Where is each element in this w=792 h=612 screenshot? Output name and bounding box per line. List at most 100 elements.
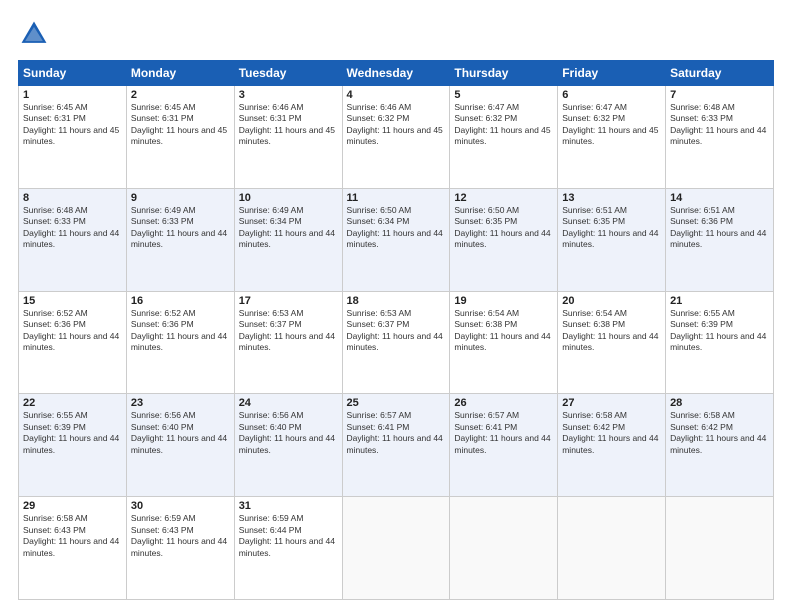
calendar-cell: 27 Sunrise: 6:58 AM Sunset: 6:42 PM Dayl…: [558, 394, 666, 497]
calendar-cell: 2 Sunrise: 6:45 AM Sunset: 6:31 PM Dayli…: [126, 86, 234, 189]
day-info: Sunrise: 6:58 AM Sunset: 6:43 PM Dayligh…: [23, 513, 122, 559]
day-number: 22: [23, 397, 122, 409]
calendar-cell: 17 Sunrise: 6:53 AM Sunset: 6:37 PM Dayl…: [234, 291, 342, 394]
calendar-cell: 8 Sunrise: 6:48 AM Sunset: 6:33 PM Dayli…: [19, 188, 127, 291]
calendar-cell: 25 Sunrise: 6:57 AM Sunset: 6:41 PM Dayl…: [342, 394, 450, 497]
day-info: Sunrise: 6:50 AM Sunset: 6:35 PM Dayligh…: [454, 205, 553, 251]
calendar-cell: [558, 497, 666, 600]
calendar-cell: 28 Sunrise: 6:58 AM Sunset: 6:42 PM Dayl…: [666, 394, 774, 497]
day-number: 30: [131, 500, 230, 512]
day-info: Sunrise: 6:51 AM Sunset: 6:36 PM Dayligh…: [670, 205, 769, 251]
day-info: Sunrise: 6:46 AM Sunset: 6:31 PM Dayligh…: [239, 102, 338, 148]
calendar-cell: 15 Sunrise: 6:52 AM Sunset: 6:36 PM Dayl…: [19, 291, 127, 394]
calendar-cell: 29 Sunrise: 6:58 AM Sunset: 6:43 PM Dayl…: [19, 497, 127, 600]
calendar-header-thursday: Thursday: [450, 61, 558, 86]
day-number: 24: [239, 397, 338, 409]
calendar-cell: [450, 497, 558, 600]
day-number: 14: [670, 192, 769, 204]
calendar-cell: 19 Sunrise: 6:54 AM Sunset: 6:38 PM Dayl…: [450, 291, 558, 394]
logo: [18, 18, 54, 50]
calendar-cell: 3 Sunrise: 6:46 AM Sunset: 6:31 PM Dayli…: [234, 86, 342, 189]
day-number: 1: [23, 89, 122, 101]
page: SundayMondayTuesdayWednesdayThursdayFrid…: [0, 0, 792, 612]
calendar-header-sunday: Sunday: [19, 61, 127, 86]
day-info: Sunrise: 6:45 AM Sunset: 6:31 PM Dayligh…: [131, 102, 230, 148]
calendar-cell: 18 Sunrise: 6:53 AM Sunset: 6:37 PM Dayl…: [342, 291, 450, 394]
day-info: Sunrise: 6:56 AM Sunset: 6:40 PM Dayligh…: [131, 410, 230, 456]
calendar-header-monday: Monday: [126, 61, 234, 86]
day-number: 15: [23, 295, 122, 307]
day-info: Sunrise: 6:52 AM Sunset: 6:36 PM Dayligh…: [131, 308, 230, 354]
calendar-cell: 5 Sunrise: 6:47 AM Sunset: 6:32 PM Dayli…: [450, 86, 558, 189]
day-info: Sunrise: 6:52 AM Sunset: 6:36 PM Dayligh…: [23, 308, 122, 354]
calendar-cell: 12 Sunrise: 6:50 AM Sunset: 6:35 PM Dayl…: [450, 188, 558, 291]
day-info: Sunrise: 6:48 AM Sunset: 6:33 PM Dayligh…: [23, 205, 122, 251]
day-info: Sunrise: 6:47 AM Sunset: 6:32 PM Dayligh…: [454, 102, 553, 148]
day-info: Sunrise: 6:54 AM Sunset: 6:38 PM Dayligh…: [562, 308, 661, 354]
day-number: 2: [131, 89, 230, 101]
day-number: 20: [562, 295, 661, 307]
day-info: Sunrise: 6:59 AM Sunset: 6:44 PM Dayligh…: [239, 513, 338, 559]
day-info: Sunrise: 6:54 AM Sunset: 6:38 PM Dayligh…: [454, 308, 553, 354]
day-info: Sunrise: 6:58 AM Sunset: 6:42 PM Dayligh…: [562, 410, 661, 456]
day-number: 26: [454, 397, 553, 409]
calendar-header-tuesday: Tuesday: [234, 61, 342, 86]
calendar-cell: 30 Sunrise: 6:59 AM Sunset: 6:43 PM Dayl…: [126, 497, 234, 600]
calendar-cell: 7 Sunrise: 6:48 AM Sunset: 6:33 PM Dayli…: [666, 86, 774, 189]
calendar-cell: 9 Sunrise: 6:49 AM Sunset: 6:33 PM Dayli…: [126, 188, 234, 291]
calendar-header-wednesday: Wednesday: [342, 61, 450, 86]
header: [18, 18, 774, 50]
day-number: 19: [454, 295, 553, 307]
day-number: 10: [239, 192, 338, 204]
day-number: 23: [131, 397, 230, 409]
day-info: Sunrise: 6:56 AM Sunset: 6:40 PM Dayligh…: [239, 410, 338, 456]
day-number: 5: [454, 89, 553, 101]
calendar-cell: 31 Sunrise: 6:59 AM Sunset: 6:44 PM Dayl…: [234, 497, 342, 600]
calendar-cell: 20 Sunrise: 6:54 AM Sunset: 6:38 PM Dayl…: [558, 291, 666, 394]
day-info: Sunrise: 6:48 AM Sunset: 6:33 PM Dayligh…: [670, 102, 769, 148]
calendar-table: SundayMondayTuesdayWednesdayThursdayFrid…: [18, 60, 774, 600]
calendar-cell: [666, 497, 774, 600]
calendar-cell: [342, 497, 450, 600]
calendar-cell: 14 Sunrise: 6:51 AM Sunset: 6:36 PM Dayl…: [666, 188, 774, 291]
day-number: 16: [131, 295, 230, 307]
day-info: Sunrise: 6:57 AM Sunset: 6:41 PM Dayligh…: [454, 410, 553, 456]
day-number: 31: [239, 500, 338, 512]
day-info: Sunrise: 6:53 AM Sunset: 6:37 PM Dayligh…: [239, 308, 338, 354]
day-number: 3: [239, 89, 338, 101]
day-number: 13: [562, 192, 661, 204]
day-info: Sunrise: 6:45 AM Sunset: 6:31 PM Dayligh…: [23, 102, 122, 148]
day-number: 17: [239, 295, 338, 307]
calendar-cell: 1 Sunrise: 6:45 AM Sunset: 6:31 PM Dayli…: [19, 86, 127, 189]
calendar-cell: 24 Sunrise: 6:56 AM Sunset: 6:40 PM Dayl…: [234, 394, 342, 497]
day-number: 18: [347, 295, 446, 307]
calendar-header-friday: Friday: [558, 61, 666, 86]
calendar-cell: 21 Sunrise: 6:55 AM Sunset: 6:39 PM Dayl…: [666, 291, 774, 394]
calendar-cell: 6 Sunrise: 6:47 AM Sunset: 6:32 PM Dayli…: [558, 86, 666, 189]
calendar-cell: 22 Sunrise: 6:55 AM Sunset: 6:39 PM Dayl…: [19, 394, 127, 497]
calendar-cell: 16 Sunrise: 6:52 AM Sunset: 6:36 PM Dayl…: [126, 291, 234, 394]
day-number: 12: [454, 192, 553, 204]
day-number: 29: [23, 500, 122, 512]
day-number: 6: [562, 89, 661, 101]
day-info: Sunrise: 6:53 AM Sunset: 6:37 PM Dayligh…: [347, 308, 446, 354]
day-info: Sunrise: 6:47 AM Sunset: 6:32 PM Dayligh…: [562, 102, 661, 148]
day-info: Sunrise: 6:55 AM Sunset: 6:39 PM Dayligh…: [23, 410, 122, 456]
day-number: 11: [347, 192, 446, 204]
calendar-cell: 13 Sunrise: 6:51 AM Sunset: 6:35 PM Dayl…: [558, 188, 666, 291]
calendar-cell: 26 Sunrise: 6:57 AM Sunset: 6:41 PM Dayl…: [450, 394, 558, 497]
day-number: 21: [670, 295, 769, 307]
day-number: 25: [347, 397, 446, 409]
day-info: Sunrise: 6:50 AM Sunset: 6:34 PM Dayligh…: [347, 205, 446, 251]
day-number: 28: [670, 397, 769, 409]
calendar-cell: 23 Sunrise: 6:56 AM Sunset: 6:40 PM Dayl…: [126, 394, 234, 497]
day-info: Sunrise: 6:49 AM Sunset: 6:34 PM Dayligh…: [239, 205, 338, 251]
day-info: Sunrise: 6:59 AM Sunset: 6:43 PM Dayligh…: [131, 513, 230, 559]
calendar-header-saturday: Saturday: [666, 61, 774, 86]
calendar-cell: 10 Sunrise: 6:49 AM Sunset: 6:34 PM Dayl…: [234, 188, 342, 291]
calendar-cell: 4 Sunrise: 6:46 AM Sunset: 6:32 PM Dayli…: [342, 86, 450, 189]
logo-icon: [18, 18, 50, 50]
day-info: Sunrise: 6:46 AM Sunset: 6:32 PM Dayligh…: [347, 102, 446, 148]
day-number: 7: [670, 89, 769, 101]
day-number: 9: [131, 192, 230, 204]
